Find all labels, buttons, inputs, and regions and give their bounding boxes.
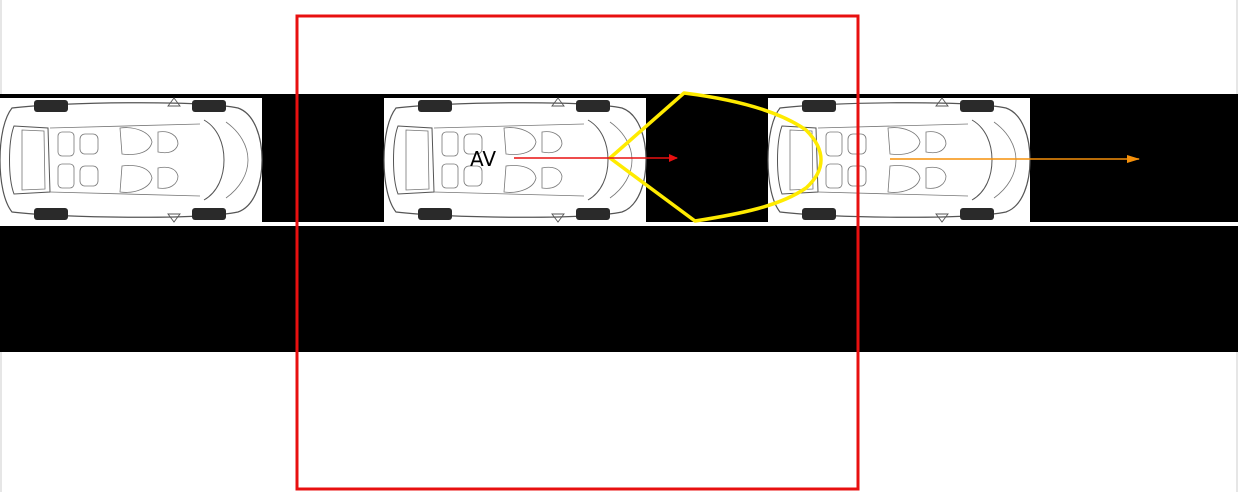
rear-car — [0, 97, 263, 223]
lead-car — [767, 97, 1031, 223]
av-label: AV — [470, 147, 496, 171]
lane-marking — [0, 222, 1238, 226]
lower-lane — [0, 226, 1238, 352]
ego-car — [383, 97, 647, 223]
traffic-scene: AV — [0, 0, 1238, 492]
